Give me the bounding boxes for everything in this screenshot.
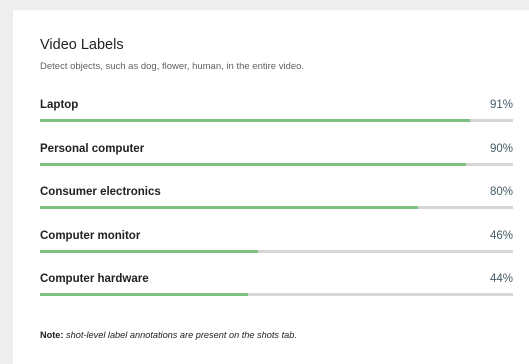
- video-labels-card: Video Labels Detect objects, such as dog…: [13, 10, 529, 364]
- note-text: shot-level label annotations are present…: [63, 330, 297, 340]
- panel-title: Video Labels: [40, 37, 124, 53]
- label-name: Personal computer: [40, 143, 145, 155]
- label-name: Laptop: [40, 99, 79, 111]
- confidence-bar-track: [40, 206, 513, 209]
- confidence-bar-fill: [40, 119, 471, 122]
- note-prefix: Note:: [40, 330, 64, 340]
- confidence-bar-track: [40, 293, 513, 296]
- label-confidence-text: 90%: [489, 143, 513, 155]
- confidence-bar-fill: [40, 250, 258, 253]
- label-row-laptop[interactable]: Laptop 91%: [40, 99, 513, 129]
- footer-note: Note: shot-level label annotations are p…: [40, 330, 297, 340]
- label-row-computer-hardware[interactable]: Computer hardware 44%: [40, 273, 513, 303]
- confidence-bar-fill: [40, 206, 419, 209]
- label-confidence-text: 80%: [489, 186, 513, 198]
- confidence-bar-track: [40, 163, 513, 166]
- label-name: Consumer electronics: [40, 186, 161, 198]
- label-confidence-text: 46%: [489, 230, 513, 242]
- label-row-consumer-electronics[interactable]: Consumer electronics 80%: [40, 186, 513, 216]
- panel-subtitle: Detect objects, such as dog, flower, hum…: [40, 61, 305, 72]
- confidence-bar-fill: [40, 293, 249, 296]
- label-row-computer-monitor[interactable]: Computer monitor 46%: [40, 230, 513, 260]
- label-name: Computer hardware: [40, 273, 149, 285]
- confidence-bar-fill: [40, 163, 466, 166]
- label-row-personal-computer[interactable]: Personal computer 90%: [40, 143, 513, 173]
- confidence-bar-track: [40, 250, 513, 253]
- confidence-bar-track: [40, 119, 513, 122]
- label-name: Computer monitor: [40, 230, 141, 242]
- label-confidence-text: 91%: [489, 99, 513, 111]
- label-confidence-text: 44%: [489, 273, 513, 285]
